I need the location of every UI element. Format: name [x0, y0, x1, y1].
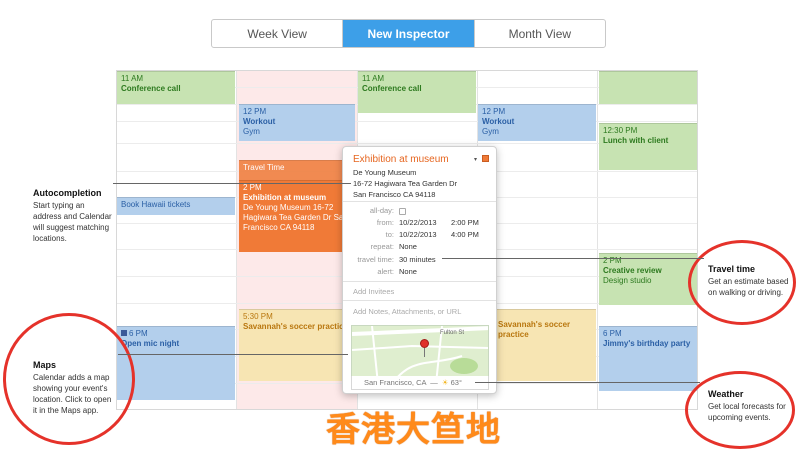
allday-checkbox[interactable]	[399, 207, 406, 215]
event-title: Savannah's soccer practice	[243, 322, 349, 331]
event-soccer-practice[interactable]: 5:30 PM Savannah's soccer practice	[239, 309, 355, 381]
to-label: to:	[385, 230, 394, 239]
event-open-mic-night[interactable]: 6 PM Open mic night	[117, 326, 235, 400]
to-time[interactable]: 4:00 PM	[451, 230, 479, 239]
event-location: Design studio	[603, 276, 652, 285]
facebook-icon	[121, 330, 127, 336]
hour-line	[117, 121, 697, 122]
address-line: De Young Museum	[353, 168, 417, 177]
event-time: 12:30 PM	[603, 126, 638, 135]
event-time: 6 PM	[603, 329, 622, 338]
annotation-leader-line	[118, 354, 348, 355]
event-conference-call[interactable]: 11 AM Conference call	[117, 71, 235, 104]
tab-week-view[interactable]: Week View	[212, 20, 344, 47]
event-workout[interactable]: 12 PM Workout Gym	[239, 104, 355, 141]
weather-city: San Francisco, CA	[364, 378, 427, 387]
view-switcher: Week View New Inspector Month View	[211, 19, 606, 48]
annotation-title: Travel time	[708, 264, 756, 274]
event-creative-review[interactable]: 2 PM Creative review Design studio	[599, 253, 697, 305]
tab-month-view[interactable]: Month View	[475, 20, 605, 47]
event-label: Travel Time	[243, 163, 285, 172]
event-time: 12 PM	[243, 107, 267, 116]
event-travel-time[interactable]: Travel Time	[239, 160, 355, 180]
watermark-text: 香港大笪地	[326, 410, 501, 450]
calendar-color-dropdown[interactable]: ▾	[474, 156, 477, 163]
event-lunch-with-client[interactable]: 12:30 PM Lunch with client	[599, 123, 697, 170]
repeat-value[interactable]: None	[399, 242, 417, 251]
travel-time-value[interactable]: 30 minutes	[399, 255, 436, 264]
annotation-maps: Maps Calendar adds a map showing your ev…	[33, 360, 113, 416]
annotation-travel-time: Travel time Get an estimate based on wal…	[708, 264, 790, 298]
weather-bar[interactable]: San Francisco, CA — ☀ 63°	[351, 376, 489, 390]
annotation-autocompletion: Autocompletion Start typing an address a…	[33, 188, 113, 244]
travel-time-label: travel time:	[357, 255, 394, 264]
divider	[343, 201, 496, 202]
to-date[interactable]: 10/22/2013	[399, 230, 437, 239]
event-conference-call[interactable]: 11 AM Conference call	[358, 71, 476, 113]
map-street-label: Fulton St	[440, 330, 465, 336]
event-placeholder[interactable]	[599, 71, 697, 104]
weather-temperature: 63°	[450, 378, 462, 387]
from-time[interactable]: 2:00 PM	[451, 218, 479, 227]
event-workout[interactable]: 12 PM Workout Gym	[478, 104, 596, 141]
location-map[interactable]: Fulton St	[351, 325, 489, 383]
event-time: 2 PM	[243, 183, 262, 192]
event-title: Lunch with client	[603, 136, 669, 145]
event-inspector-popover: Exhibition at museum ▾ De Young Museum 1…	[342, 146, 497, 394]
annotation-body: Get an estimate based on walking or driv…	[708, 277, 789, 297]
annotation-title: Maps	[33, 360, 57, 370]
from-label: from:	[376, 218, 394, 227]
event-time: 11 AM	[121, 74, 144, 83]
event-title: Exhibition at museum	[243, 193, 327, 202]
divider	[343, 300, 496, 301]
event-location: Gym	[243, 127, 260, 136]
map-roads	[352, 326, 488, 382]
annotation-title: Autocompletion	[33, 188, 102, 198]
repeat-label: repeat:	[370, 242, 394, 251]
event-title: Conference call	[121, 84, 181, 93]
allday-label: all-day:	[369, 206, 394, 215]
event-title: Savannah's soccer practice	[498, 320, 571, 339]
event-title: Book Hawaii tickets	[121, 200, 191, 209]
event-title: Workout	[243, 117, 276, 126]
event-title: Creative review	[603, 266, 662, 275]
event-title: Jimmy's birthday party	[603, 339, 691, 348]
annotation-body: Calendar adds a map showing your event's…	[33, 373, 112, 415]
address-line: San Francisco CA 94118	[353, 190, 436, 199]
event-title: Workout	[482, 117, 515, 126]
map-pin-icon	[420, 339, 429, 348]
event-title: Conference call	[362, 84, 422, 93]
from-date[interactable]: 10/22/2013	[399, 218, 437, 227]
annotation-leader-line	[442, 258, 704, 259]
tab-new-inspector[interactable]: New Inspector	[343, 20, 475, 47]
inspector-title[interactable]: Exhibition at museum	[353, 154, 449, 165]
add-invitees-field[interactable]: Add Invitees	[353, 287, 394, 296]
sun-icon: ☀	[441, 378, 449, 387]
alert-value[interactable]: None	[399, 267, 417, 276]
event-book-hawaii-tickets[interactable]: Book Hawaii tickets	[117, 197, 235, 215]
address-line: 16-72 Hagiwara Tea Garden Dr	[353, 179, 458, 188]
event-title: Open mic night	[121, 339, 180, 348]
annotation-body: Start typing an address and Calendar wil…	[33, 201, 112, 243]
event-time: 11 AM	[362, 74, 385, 83]
divider	[343, 281, 496, 282]
event-exhibition-at-museum[interactable]: 2 PM Exhibition at museum De Young Museu…	[239, 180, 355, 252]
alert-label: alert:	[377, 267, 394, 276]
event-time: 6 PM	[129, 329, 148, 338]
annotation-body: Get local forecasts for upcoming events.	[708, 402, 786, 422]
add-notes-field[interactable]: Add Notes, Attachments, or URL	[353, 307, 461, 316]
annotation-weather: Weather Get local forecasts for upcoming…	[708, 389, 792, 423]
event-time: 12 PM	[482, 107, 506, 116]
map-pin-stem	[424, 348, 425, 357]
annotation-leader-line	[113, 183, 351, 184]
inspector-location[interactable]: De Young Museum 16-72 Hagiwara Tea Garde…	[353, 167, 457, 200]
annotation-title: Weather	[708, 389, 744, 399]
annotation-leader-line	[475, 382, 700, 383]
event-address: De Young Museum 16-72 Hagiwara Tea Garde…	[243, 203, 348, 232]
weather-separator: —	[430, 378, 438, 387]
event-location: Gym	[482, 127, 499, 136]
event-time: 5:30 PM	[243, 312, 273, 321]
calendar-color-swatch[interactable]	[482, 155, 489, 162]
